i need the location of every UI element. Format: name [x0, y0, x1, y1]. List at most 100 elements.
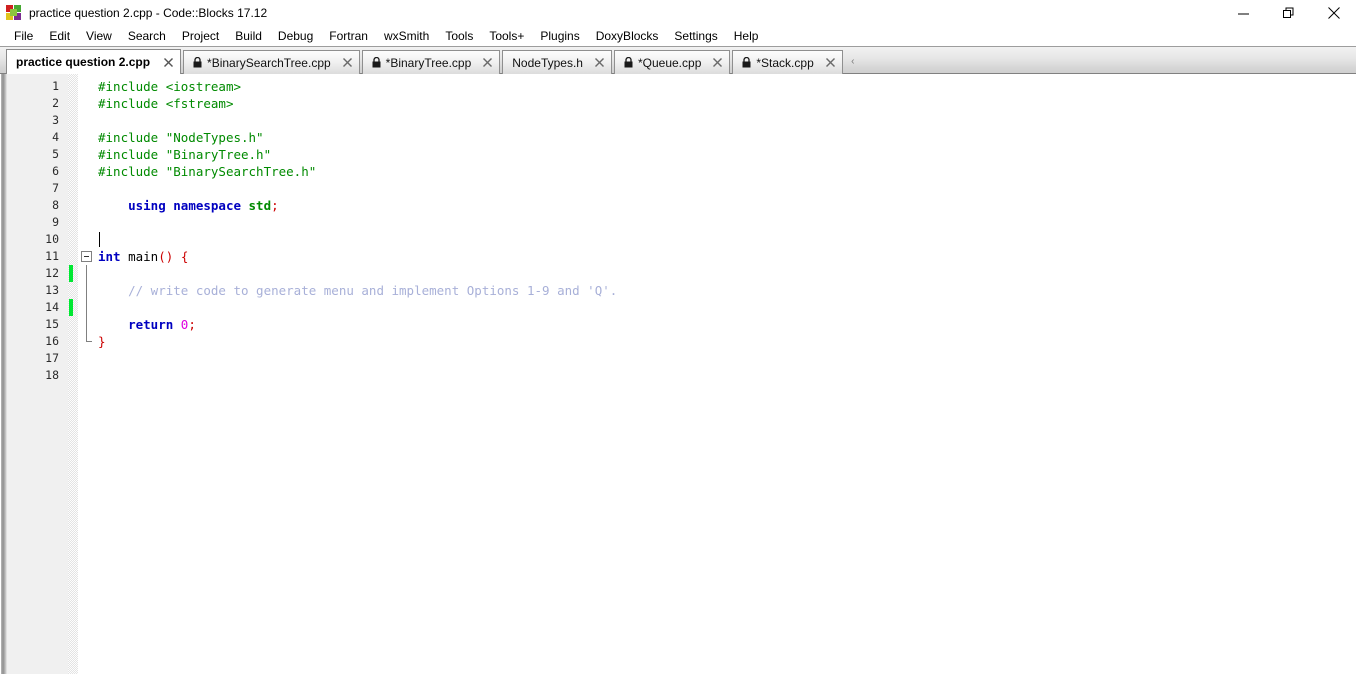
code-line[interactable]: return 0; — [96, 316, 1356, 333]
code-token-pre: <iostream> — [165, 79, 241, 94]
editor-tab-practice-question-2-cpp[interactable]: practice question 2.cpp — [6, 49, 182, 75]
tab-close-icon[interactable] — [483, 58, 493, 67]
menu-item-fortran[interactable]: Fortran — [321, 26, 376, 46]
fold-slot — [78, 163, 96, 180]
minimize-icon — [1238, 13, 1249, 14]
code-line[interactable]: } — [96, 333, 1356, 350]
code-line[interactable] — [96, 180, 1356, 197]
line-number-gutter: 1 2 3 4 5 6 7 8 9 10 11 12 13 14 15 16 17 18 — [8, 74, 68, 674]
marker-slot — [68, 316, 78, 333]
line-number: 17 — [45, 351, 59, 365]
restore-button[interactable] — [1266, 0, 1311, 26]
marker-slot — [68, 248, 78, 265]
marker-slot — [68, 231, 78, 248]
menu-item-settings[interactable]: Settings — [666, 26, 725, 46]
source-editor[interactable]: 1 2 3 4 5 6 7 8 9 10 11 12 13 14 15 16 17 18 #include <io… — [0, 74, 1356, 674]
code-token-op: () — [158, 249, 174, 264]
change-marker-column — [68, 74, 78, 674]
menu-item-tools[interactable]: Tools — [437, 26, 481, 46]
code-token-op: } — [98, 334, 106, 349]
menu-item-debug[interactable]: Debug — [270, 26, 321, 46]
lock-icon — [372, 57, 381, 68]
line-number: 4 — [52, 130, 59, 144]
code-line[interactable]: #include "BinarySearchTree.h" — [96, 163, 1356, 180]
fold-slot — [78, 299, 96, 316]
tab-close-icon[interactable] — [342, 58, 352, 67]
code-line[interactable] — [96, 367, 1356, 384]
code-line[interactable] — [96, 299, 1356, 316]
fold-slot — [78, 350, 96, 367]
menu-item-build[interactable]: Build — [227, 26, 270, 46]
menu-item-tools[interactable]: Tools+ — [481, 26, 532, 46]
lock-icon — [193, 57, 202, 68]
fold-collapse-icon[interactable] — [81, 251, 92, 262]
fold-toggle[interactable] — [78, 248, 96, 265]
code-line[interactable] — [96, 214, 1356, 231]
line-number: 3 — [52, 113, 59, 127]
editor-tab-binarysearchtree-cpp[interactable]: *BinarySearchTree.cpp — [183, 50, 360, 74]
tab-label: practice question 2.cpp — [16, 55, 151, 69]
marker-slot — [68, 146, 78, 163]
code-line[interactable]: // write code to generate menu and imple… — [96, 282, 1356, 299]
fold-line — [86, 265, 87, 282]
menu-item-wxsmith[interactable]: wxSmith — [376, 26, 437, 46]
tab-close-icon[interactable] — [164, 57, 174, 67]
line-number: 6 — [52, 164, 59, 178]
tab-scroll-left-icon[interactable]: ‹ — [847, 49, 859, 73]
tab-close-icon[interactable] — [825, 58, 835, 67]
code-line[interactable] — [96, 350, 1356, 367]
restore-icon — [1282, 7, 1293, 18]
fold-slot — [78, 367, 96, 384]
menu-item-plugins[interactable]: Plugins — [532, 26, 587, 46]
code-line[interactable] — [96, 112, 1356, 129]
code-text-area[interactable]: #include <iostream> #include <fstream> #i… — [96, 74, 1356, 674]
fold-slot — [78, 231, 96, 248]
code-token-pre: "NodeTypes.h" — [165, 130, 264, 145]
line-number: 12 — [45, 266, 59, 280]
code-token-id — [173, 249, 181, 264]
tab-label: NodeTypes.h — [512, 55, 583, 70]
code-token-pre: #include — [98, 79, 166, 94]
code-line[interactable]: #include <fstream> — [96, 95, 1356, 112]
menu-item-search[interactable]: Search — [120, 26, 174, 46]
fold-slot — [78, 95, 96, 112]
code-line[interactable]: int main() { — [96, 248, 1356, 265]
marker-slot — [68, 214, 78, 231]
menu-item-doxyblocks[interactable]: DoxyBlocks — [588, 26, 667, 46]
line-number: 8 — [52, 198, 59, 212]
code-token-pre: <fstream> — [165, 96, 234, 111]
editor-tab-queue-cpp[interactable]: *Queue.cpp — [613, 50, 731, 74]
menu-item-edit[interactable]: Edit — [41, 26, 78, 46]
editor-tab-nodetypes-h[interactable]: NodeTypes.h — [502, 50, 612, 74]
marker-slot — [68, 333, 78, 350]
change-marker — [68, 299, 78, 316]
code-token-pre: #include — [98, 164, 166, 179]
code-token-op: { — [180, 249, 189, 264]
code-line[interactable] — [96, 265, 1356, 282]
code-line[interactable]: using namespace std; — [96, 197, 1356, 214]
editor-tab-binarytree-cpp[interactable]: *BinaryTree.cpp — [361, 50, 501, 74]
code-folding-column[interactable] — [78, 74, 96, 674]
tab-label: *Queue.cpp — [637, 55, 702, 70]
fold-slot — [78, 316, 96, 333]
menu-item-help[interactable]: Help — [726, 26, 767, 46]
code-token-cmt: // write code to generate menu and imple… — [128, 283, 618, 298]
menu-item-project[interactable]: Project — [174, 26, 227, 46]
minimize-button[interactable] — [1221, 0, 1266, 26]
lock-icon — [624, 57, 633, 68]
fold-slot — [78, 214, 96, 231]
code-line[interactable] — [96, 231, 1356, 248]
tab-close-icon[interactable] — [713, 58, 723, 67]
tab-close-icon[interactable] — [594, 58, 604, 67]
tab-label: *BinarySearchTree.cpp — [207, 55, 331, 70]
editor-left-edge — [0, 74, 8, 674]
menu-item-view[interactable]: View — [78, 26, 120, 46]
code-line[interactable]: #include <iostream> — [96, 78, 1356, 95]
menu-item-file[interactable]: File — [6, 26, 41, 46]
fold-slot — [78, 282, 96, 299]
close-button[interactable] — [1311, 0, 1356, 26]
code-line[interactable]: #include "BinaryTree.h" — [96, 146, 1356, 163]
editor-tab-stack-cpp[interactable]: *Stack.cpp — [732, 50, 843, 74]
code-line[interactable]: #include "NodeTypes.h" — [96, 129, 1356, 146]
marker-slot — [68, 129, 78, 146]
